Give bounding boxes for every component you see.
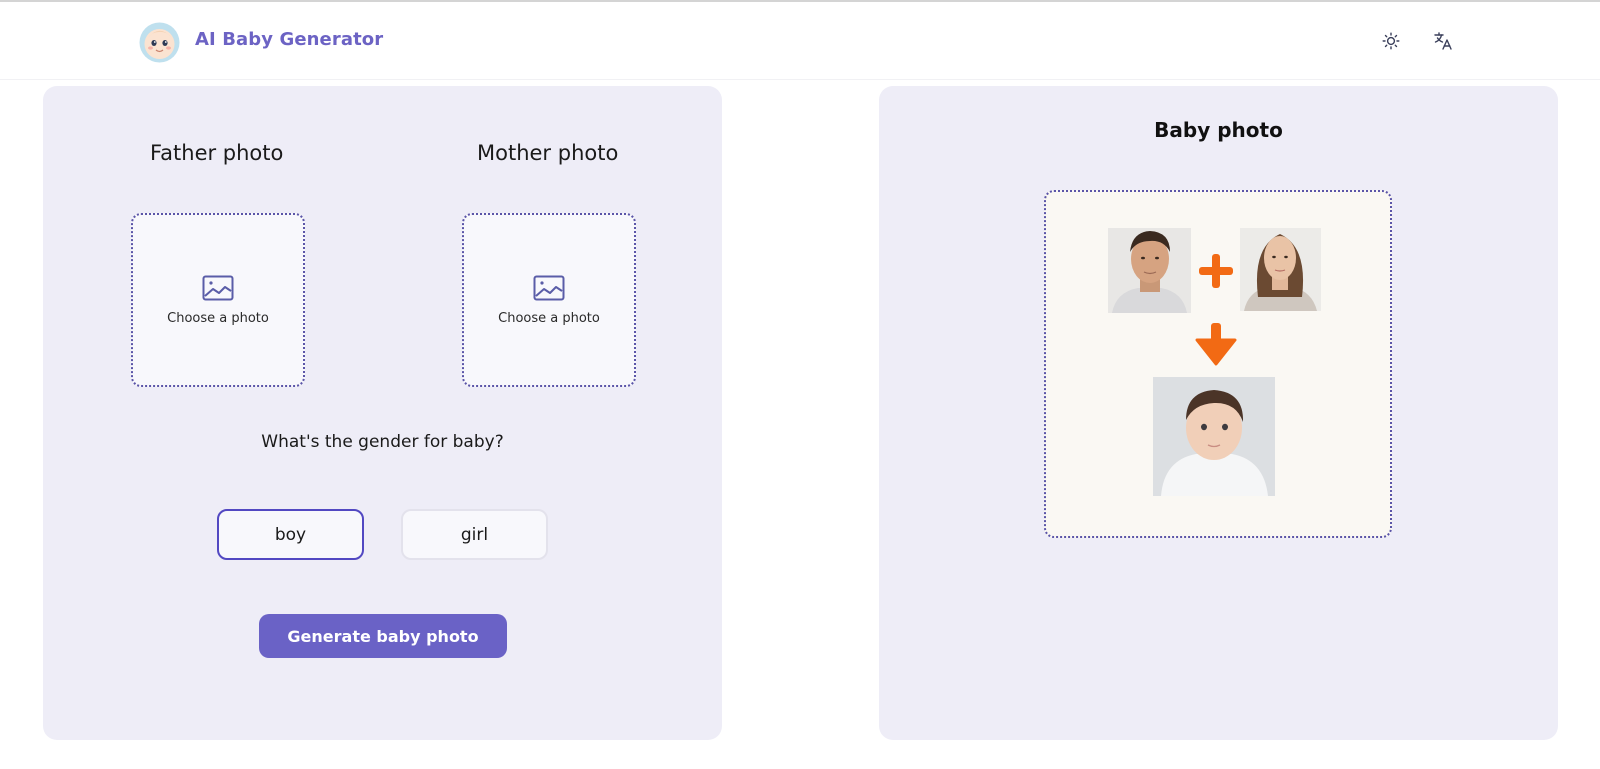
language-button[interactable] bbox=[1429, 29, 1457, 57]
image-icon bbox=[202, 275, 234, 305]
app-title[interactable]: AI Baby Generator bbox=[195, 29, 383, 50]
baby-photo-preview bbox=[1044, 190, 1392, 538]
theme-toggle-button[interactable] bbox=[1377, 29, 1405, 57]
image-icon bbox=[533, 275, 565, 305]
translate-icon bbox=[1433, 31, 1453, 55]
gender-boy-button[interactable]: boy bbox=[217, 509, 364, 560]
baby-example-image bbox=[1153, 377, 1275, 496]
plus-icon bbox=[1199, 254, 1233, 288]
generate-baby-photo-button[interactable]: Generate baby photo bbox=[259, 614, 507, 658]
upload-label: Choose a photo bbox=[498, 310, 600, 326]
gender-girl-button[interactable]: girl bbox=[401, 509, 548, 560]
gender-question: What's the gender for baby? bbox=[261, 432, 504, 452]
mother-photo-upload[interactable]: Choose a photo bbox=[462, 213, 636, 387]
arrow-down-icon bbox=[1195, 323, 1237, 366]
father-photo-title: Father photo bbox=[150, 141, 284, 165]
sun-icon bbox=[1382, 32, 1400, 54]
baby-photo-title: Baby photo bbox=[1154, 118, 1283, 142]
mother-photo-title: Mother photo bbox=[477, 141, 619, 165]
baby-logo-icon[interactable] bbox=[139, 22, 180, 63]
upload-label: Choose a photo bbox=[167, 310, 269, 326]
parents-panel: Father photo Mother photo Choose a photo… bbox=[43, 86, 722, 740]
father-example-image bbox=[1108, 228, 1191, 313]
header: AI Baby Generator bbox=[0, 2, 1600, 80]
father-photo-upload[interactable]: Choose a photo bbox=[131, 213, 305, 387]
baby-photo-panel: Baby photo bbox=[879, 86, 1558, 740]
mother-example-image bbox=[1240, 228, 1321, 311]
